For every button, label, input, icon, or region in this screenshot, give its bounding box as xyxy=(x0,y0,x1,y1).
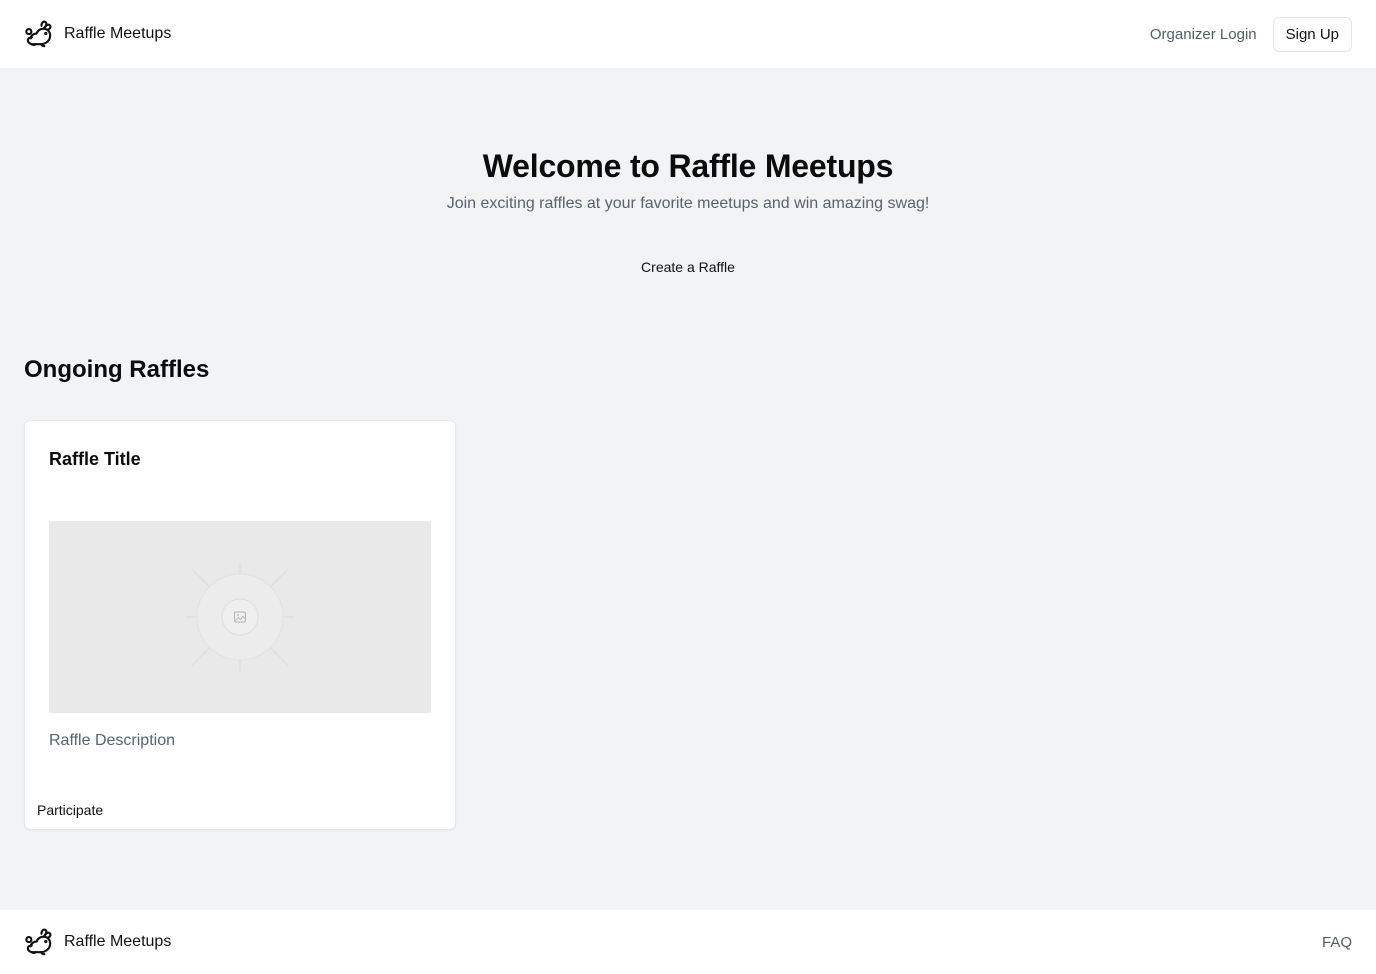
rabbit-logo-icon xyxy=(24,19,55,50)
raffle-card-description: Raffle Description xyxy=(49,732,175,749)
raffle-card: Raffle Title Raffle Description Particip… xyxy=(24,420,456,830)
organizer-login-link[interactable]: Organizer Login xyxy=(1150,26,1257,43)
hero-title: Welcome to Raffle Meetups xyxy=(482,148,894,184)
footer: Raffle Meetups FAQ xyxy=(0,910,1376,974)
ongoing-raffles-heading: Ongoing Raffles xyxy=(24,356,210,383)
faq-link[interactable]: FAQ xyxy=(1322,934,1352,951)
rabbit-logo-icon xyxy=(24,927,55,958)
participate-button[interactable]: Participate xyxy=(37,802,103,818)
create-raffle-button[interactable]: Create a Raffle xyxy=(641,259,735,275)
top-navbar: Raffle Meetups Organizer Login Sign Up xyxy=(0,0,1376,68)
header-actions: Organizer Login Sign Up xyxy=(1150,16,1352,52)
footer-brand-link[interactable]: Raffle Meetups xyxy=(24,927,171,958)
page: Raffle Meetups Organizer Login Sign Up W… xyxy=(0,0,1376,974)
raffle-card-title: Raffle Title xyxy=(49,449,141,469)
brand-name: Raffle Meetups xyxy=(64,25,172,42)
hero-subtitle: Join exciting raffles at your favorite m… xyxy=(446,195,930,212)
hero-section: Welcome to Raffle Meetups Join exciting … xyxy=(0,148,1376,277)
image-placeholder-icon xyxy=(186,563,294,671)
raffle-image-placeholder xyxy=(49,521,431,713)
footer-brand-name: Raffle Meetups xyxy=(64,933,172,950)
brand-home-link[interactable]: Raffle Meetups xyxy=(24,19,171,50)
sign-up-button[interactable]: Sign Up xyxy=(1272,16,1352,52)
